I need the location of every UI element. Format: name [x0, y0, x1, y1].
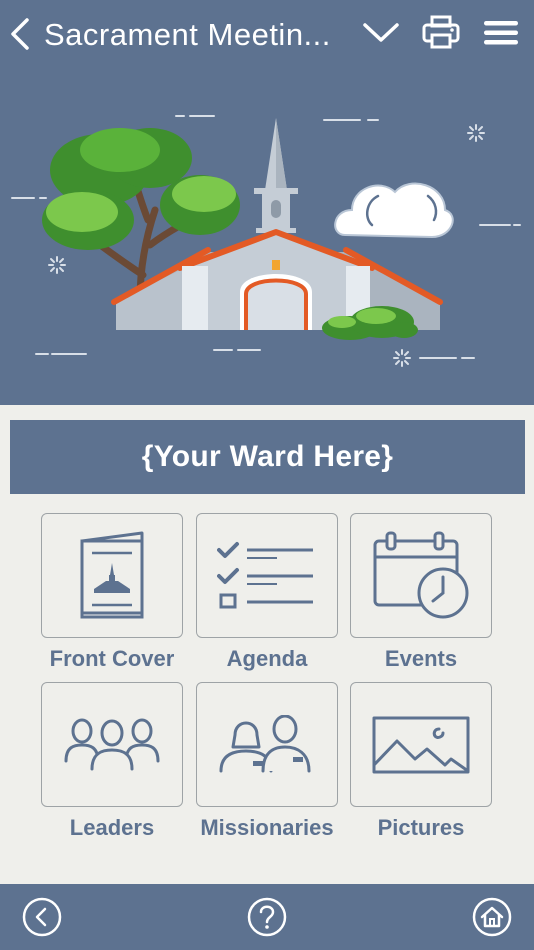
checklist-icon	[217, 541, 313, 608]
footer-help-button[interactable]	[246, 896, 288, 938]
hamburger-menu-icon	[484, 21, 518, 45]
printer-icon	[422, 15, 460, 49]
footer-back-button[interactable]	[21, 896, 63, 938]
church-illustration	[11, 115, 521, 367]
tile-label-missionaries: Missionaries	[200, 815, 334, 840]
chevron-down-icon	[363, 23, 399, 42]
circle-back-icon	[22, 897, 62, 937]
tile-label-events: Events	[384, 646, 458, 671]
tile-events[interactable]	[350, 513, 492, 638]
missionaries-icon	[219, 714, 311, 772]
print-button[interactable]	[420, 12, 462, 52]
tile-front-cover[interactable]	[41, 513, 183, 638]
page-title: Sacrament Meetin...	[44, 17, 331, 52]
calendar-clock-icon	[373, 531, 469, 618]
tile-leaders[interactable]	[41, 682, 183, 807]
bottom-bar	[0, 884, 534, 950]
tile-agenda[interactable]	[196, 513, 338, 638]
tile-pictures[interactable]	[350, 682, 492, 807]
group-people-icon	[64, 718, 160, 770]
title-dropdown-button[interactable]	[360, 16, 402, 50]
chevron-left-icon	[11, 18, 29, 50]
landscape-picture-icon	[372, 716, 470, 773]
ward-banner: {Your Ward Here}	[10, 420, 525, 494]
back-button[interactable]	[6, 14, 34, 54]
menu-button[interactable]	[480, 14, 522, 52]
tile-label-pictures: Pictures	[377, 815, 465, 840]
tile-missionaries[interactable]	[196, 682, 338, 807]
footer-home-button[interactable]	[471, 896, 513, 938]
program-booklet-icon	[80, 531, 144, 618]
tile-label-agenda: Agenda	[226, 646, 308, 671]
tile-label-leaders: Leaders	[69, 815, 155, 840]
tile-label-front-cover: Front Cover	[49, 646, 175, 671]
top-bar: Sacrament Meetin...	[0, 0, 534, 70]
circle-home-icon	[472, 897, 512, 937]
ward-name: {Your Ward Here}	[141, 440, 394, 473]
hero-banner	[0, 70, 534, 405]
circle-help-icon	[247, 897, 287, 937]
